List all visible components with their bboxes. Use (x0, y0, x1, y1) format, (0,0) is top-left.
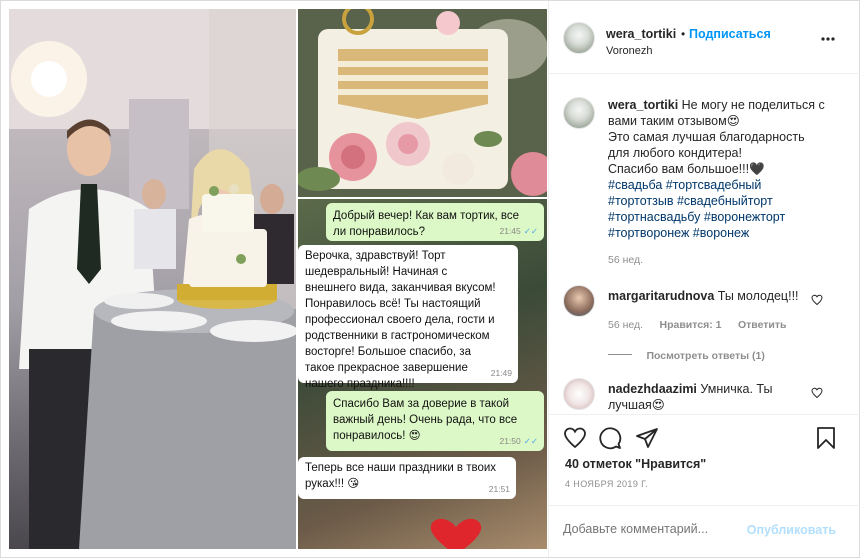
comment-text: Умничка. Ты (700, 382, 773, 396)
more-horizontal-icon[interactable] (821, 37, 835, 41)
chat-line: шедевральный! Начиная с (305, 266, 448, 278)
caption-text: Не могу не поделиться с (681, 98, 825, 112)
avatar[interactable] (563, 22, 595, 54)
post-date[interactable]: 4 НОЯБРЯ 2019 Г. (565, 479, 648, 489)
caption-username[interactable]: wera_tortiki (608, 98, 678, 112)
comment-input[interactable] (563, 522, 763, 536)
likes-count[interactable]: 40 отметок "Нравится" (565, 457, 706, 471)
wedding-couple-photo (9, 9, 296, 549)
bookmark-icon[interactable] (815, 426, 837, 450)
chat-line: восторге! Большое спасибо, за (305, 346, 471, 358)
cake-slice-photo (298, 9, 547, 197)
comment: nadezhdaazimi Умничка. Ты лучшая😍 (608, 381, 808, 413)
chat-line: Добрый вечер! Как вам тортик, все (333, 210, 520, 222)
chat-line: профессионал своего дела, гости и (305, 314, 495, 326)
caption-time[interactable]: 56 нед. (608, 252, 838, 268)
publish-button[interactable]: Опубликовать (747, 523, 836, 537)
chat-message-2: Верочка, здравствуй! Торт шедевральный! … (298, 245, 518, 390)
message-time: 21:49 (490, 368, 512, 378)
chat-message-1: Добрый вечер! Как вам тортик, все ли пон… (326, 203, 544, 241)
caption-text: Это самая лучшая благодарность (608, 130, 805, 144)
chat-line: Верочка, здравствуй! Торт (305, 250, 446, 262)
red-heart-icon (430, 518, 482, 549)
chat-line: важный день! Очень рада, что все (333, 414, 518, 426)
hashtags[interactable]: #тортнасвадьбу #воронежторт (608, 210, 785, 224)
caption-text: для любого кондитера! (608, 146, 742, 160)
header-username[interactable]: wera_tortiki (606, 27, 676, 41)
comment-meta: 56 нед. Нравится: 1 Ответить (608, 315, 786, 333)
location-link[interactable]: Voronezh (606, 45, 652, 57)
comment-time[interactable]: 56 нед. (608, 319, 643, 331)
post-actions: 40 отметок "Нравится" 4 НОЯБРЯ 2019 Г. О… (549, 414, 860, 558)
share-paper-plane-icon[interactable] (635, 426, 659, 450)
post-header: wera_tortiki • Подписаться Voronezh (549, 1, 860, 74)
commenter-avatar[interactable] (563, 285, 595, 317)
view-replies[interactable]: Посмотреть ответы (1) (608, 346, 765, 364)
caption: wera_tortiki Не могу не поделиться с вам… (608, 97, 838, 268)
commenter-avatar[interactable] (563, 378, 595, 410)
whatsapp-chat-screenshot: Добрый вечер! Как вам тортик, все ли пон… (298, 199, 547, 549)
hashtags[interactable]: #свадьба #тортсвадебный (608, 178, 761, 192)
message-time: 21:51 (488, 484, 510, 494)
message-time: 21:50 ✓✓ (499, 436, 538, 446)
chat-line: нашего праздника!!!! (305, 378, 415, 390)
replies-divider (608, 354, 632, 356)
caption-avatar[interactable] (563, 97, 595, 129)
reply-button[interactable]: Ответить (738, 319, 787, 331)
chat-line: родственники в гастрономическом (305, 330, 490, 342)
message-time: 21:45 ✓✓ (499, 226, 538, 236)
comments-list[interactable]: wera_tortiki Не могу не поделиться с вам… (549, 74, 860, 414)
read-ticks-icon: ✓✓ (523, 436, 538, 446)
hashtags[interactable]: #тортотзыв #свадебныйторт (608, 194, 773, 208)
hashtags[interactable]: #тортворонеж #воронеж (608, 226, 749, 240)
comment-likes[interactable]: Нравится: 1 (660, 319, 722, 331)
like-comment-heart-icon[interactable] (811, 387, 823, 399)
read-ticks-icon: ✓✓ (523, 226, 538, 236)
chat-line: Понравилось всё! Ты настоящий (305, 298, 481, 310)
chat-line: Теперь все наши праздники в твоих (305, 462, 497, 474)
follow-button[interactable]: Подписаться (689, 27, 771, 41)
comment-bubble-icon[interactable] (598, 426, 622, 450)
chat-message-3: Спасибо Вам за доверие в такой важный де… (326, 391, 544, 451)
comment-username[interactable]: nadezhdaazimi (608, 382, 697, 396)
chat-line: такое прекрасное завершение (305, 362, 468, 374)
add-comment-bar: Опубликовать (549, 505, 860, 559)
like-comment-heart-icon[interactable] (811, 294, 823, 306)
caption-text: вами таким отзывом😍 (608, 114, 740, 128)
chat-line: внешнего вида, заканчивая вкусом! (305, 282, 496, 294)
comment-username[interactable]: margaritarudnova (608, 289, 714, 303)
separator-dot: • (681, 27, 686, 41)
chat-line: Спасибо Вам за доверие в такой (333, 398, 510, 410)
comment: margaritarudnova Ты молодец!!! (608, 289, 799, 303)
chat-message-4: Теперь все наши праздники в твоих руках!… (298, 457, 516, 499)
caption-text: Спасибо вам большое!!!🖤 (608, 162, 765, 176)
like-heart-icon[interactable] (563, 426, 587, 450)
chat-line: руках!!! 😘 (305, 478, 360, 490)
view-replies-label[interactable]: Посмотреть ответы (1) (646, 350, 764, 362)
post-sidebar: wera_tortiki • Подписаться Voronezh wera… (548, 1, 860, 557)
post-media[interactable]: Добрый вечер! Как вам тортик, все ли пон… (1, 1, 548, 557)
comment-text: лучшая😍 (608, 398, 665, 412)
instagram-post: Добрый вечер! Как вам тортик, все ли пон… (0, 0, 860, 558)
comment-text: Ты молодец!!! (717, 289, 799, 303)
